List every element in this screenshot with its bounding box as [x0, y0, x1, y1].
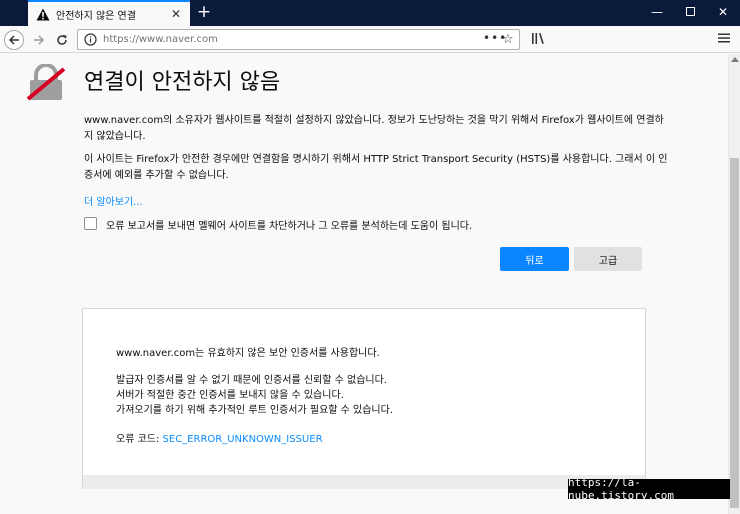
error-description: www.naver.com의 소유자가 웹사이트를 적절히 설정하지 않았습니다…	[84, 115, 664, 142]
broken-lock-icon	[26, 64, 66, 101]
advanced-button[interactable]: 고급	[574, 247, 642, 271]
title-bar: 안전하지 않은 연결 ✕ + — ✕	[0, 0, 740, 26]
url-text[interactable]: https://www.naver.com	[103, 34, 218, 45]
back-arrow-icon	[8, 35, 19, 45]
scroll-up-icon[interactable]	[731, 57, 739, 62]
error-code-label: 오류 코드:	[116, 434, 163, 445]
forward-button[interactable]	[30, 31, 48, 49]
error-report-label[interactable]: 오류 보고서를 보내면 멜웨어 사이트를 차단하거나 그 오류를 분석하는데 도…	[106, 217, 472, 232]
page-scrollbar[interactable]	[728, 54, 740, 514]
nav-bar: https://www.naver.com ••• ☆	[0, 26, 740, 53]
go-back-button[interactable]: 뒤로	[500, 247, 569, 271]
window-close-icon[interactable]: ✕	[714, 4, 732, 20]
page-title: 연결이 안전하지 않음	[84, 70, 281, 95]
advanced-root-text: 가져오기를 하기 위해 추가적인 루트 인증서가 필요할 수 있습니다.	[116, 405, 394, 416]
error-report-checkbox[interactable]	[84, 217, 97, 230]
error-code-line: 오류 코드: SEC_ERROR_UNKNOWN_ISSUER	[116, 430, 323, 445]
advanced-panel: www.naver.com는 유효하지 않은 보안 인증서를 사용합니다. 발급…	[82, 308, 646, 489]
tab-insecure-connection[interactable]: 안전하지 않은 연결 ✕	[28, 0, 190, 26]
forward-arrow-icon	[34, 35, 45, 45]
info-icon[interactable]	[84, 33, 97, 46]
learn-more-link[interactable]: 더 알아보기...	[84, 193, 143, 208]
hsts-description: 이 사이트는 Firefox가 안전한 경우에만 연결함을 명시하기 위해서 H…	[84, 154, 668, 181]
new-tab-icon[interactable]: +	[196, 3, 212, 21]
tab-title: 안전하지 않은 연결	[56, 10, 136, 22]
error-code-link[interactable]: SEC_ERROR_UNKNOWN_ISSUER	[163, 434, 323, 445]
reload-button[interactable]	[53, 31, 71, 49]
advanced-intermediate-text: 서버가 적절한 중간 인증서를 보내지 않을 수 있습니다.	[116, 390, 344, 401]
scroll-thumb[interactable]	[730, 158, 739, 508]
warning-icon	[36, 8, 50, 20]
advanced-issuer-text: 발급자 인증서를 알 수 없기 때문에 인증서를 신뢰할 수 없습니다.	[116, 375, 387, 386]
advanced-panel-footer	[83, 475, 645, 489]
tab-close-icon[interactable]: ✕	[170, 8, 182, 20]
reload-icon	[57, 35, 67, 45]
maximize-icon[interactable]	[681, 4, 699, 20]
hamburger-menu-icon[interactable]	[718, 32, 730, 44]
library-icon[interactable]	[531, 32, 545, 45]
back-button[interactable]	[4, 30, 24, 50]
advanced-invalid-cert-text: www.naver.com는 유효하지 않은 보안 인증서를 사용합니다.	[116, 348, 380, 359]
watermark: https://la-nube.tistory.com	[568, 476, 730, 502]
bookmark-star-icon[interactable]: ☆	[502, 32, 514, 47]
minimize-icon[interactable]: —	[648, 4, 666, 20]
url-bar[interactable]: https://www.naver.com ••• ☆	[77, 29, 520, 50]
